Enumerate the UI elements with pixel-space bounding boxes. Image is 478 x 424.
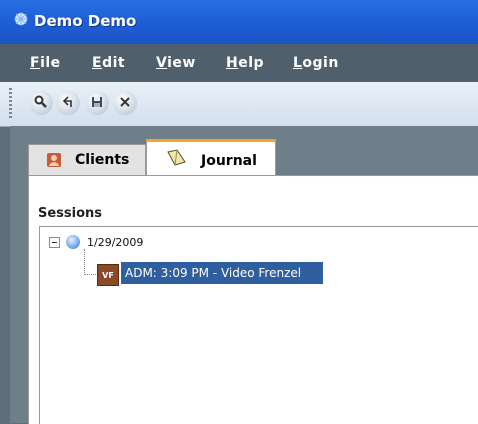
- toolbar-grip[interactable]: [9, 88, 12, 118]
- search-icon: [34, 94, 48, 113]
- toolbar: [0, 82, 478, 127]
- save-icon: [90, 94, 104, 113]
- tree-collapse-toggle[interactable]: [49, 237, 60, 248]
- login-icon: [61, 94, 75, 113]
- app-icon: [13, 11, 29, 27]
- session-entry-label: ADM: 3:09 PM - Video Frenzel: [125, 266, 302, 280]
- search-button[interactable]: [29, 91, 53, 115]
- menu-view[interactable]: View: [156, 55, 196, 71]
- tab-clients-label: Clients: [75, 152, 130, 168]
- session-entry-selected[interactable]: ADM: 3:09 PM - Video Frenzel: [121, 262, 323, 284]
- sessions-tree: [39, 226, 478, 424]
- tab-journal[interactable]: Journal: [146, 139, 276, 179]
- session-date[interactable]: 1/29/2009: [87, 236, 143, 249]
- sessions-title: Sessions: [38, 206, 103, 221]
- menu-bar: File Edit View Help Login: [0, 44, 478, 82]
- person-icon: [45, 151, 63, 173]
- tree-connector-horizontal: [84, 274, 96, 276]
- window-title: Demo Demo: [34, 12, 137, 30]
- tree-connector-vertical: [84, 249, 86, 275]
- menu-file[interactable]: File: [30, 55, 61, 71]
- tab-journal-label: Journal: [201, 152, 257, 169]
- menu-help[interactable]: Help: [226, 55, 264, 71]
- close-button[interactable]: [113, 91, 137, 115]
- login-button[interactable]: [56, 91, 80, 115]
- video-frenzel-icon: VF: [97, 264, 119, 286]
- close-icon: [118, 94, 132, 113]
- journal-icon: [165, 148, 187, 172]
- save-button[interactable]: [85, 91, 109, 115]
- menu-edit[interactable]: Edit: [92, 55, 125, 71]
- menu-login[interactable]: Login: [293, 55, 339, 71]
- tab-clients[interactable]: Clients: [28, 144, 146, 175]
- session-date-icon: [66, 235, 80, 249]
- window-titlebar: Demo Demo: [0, 0, 478, 44]
